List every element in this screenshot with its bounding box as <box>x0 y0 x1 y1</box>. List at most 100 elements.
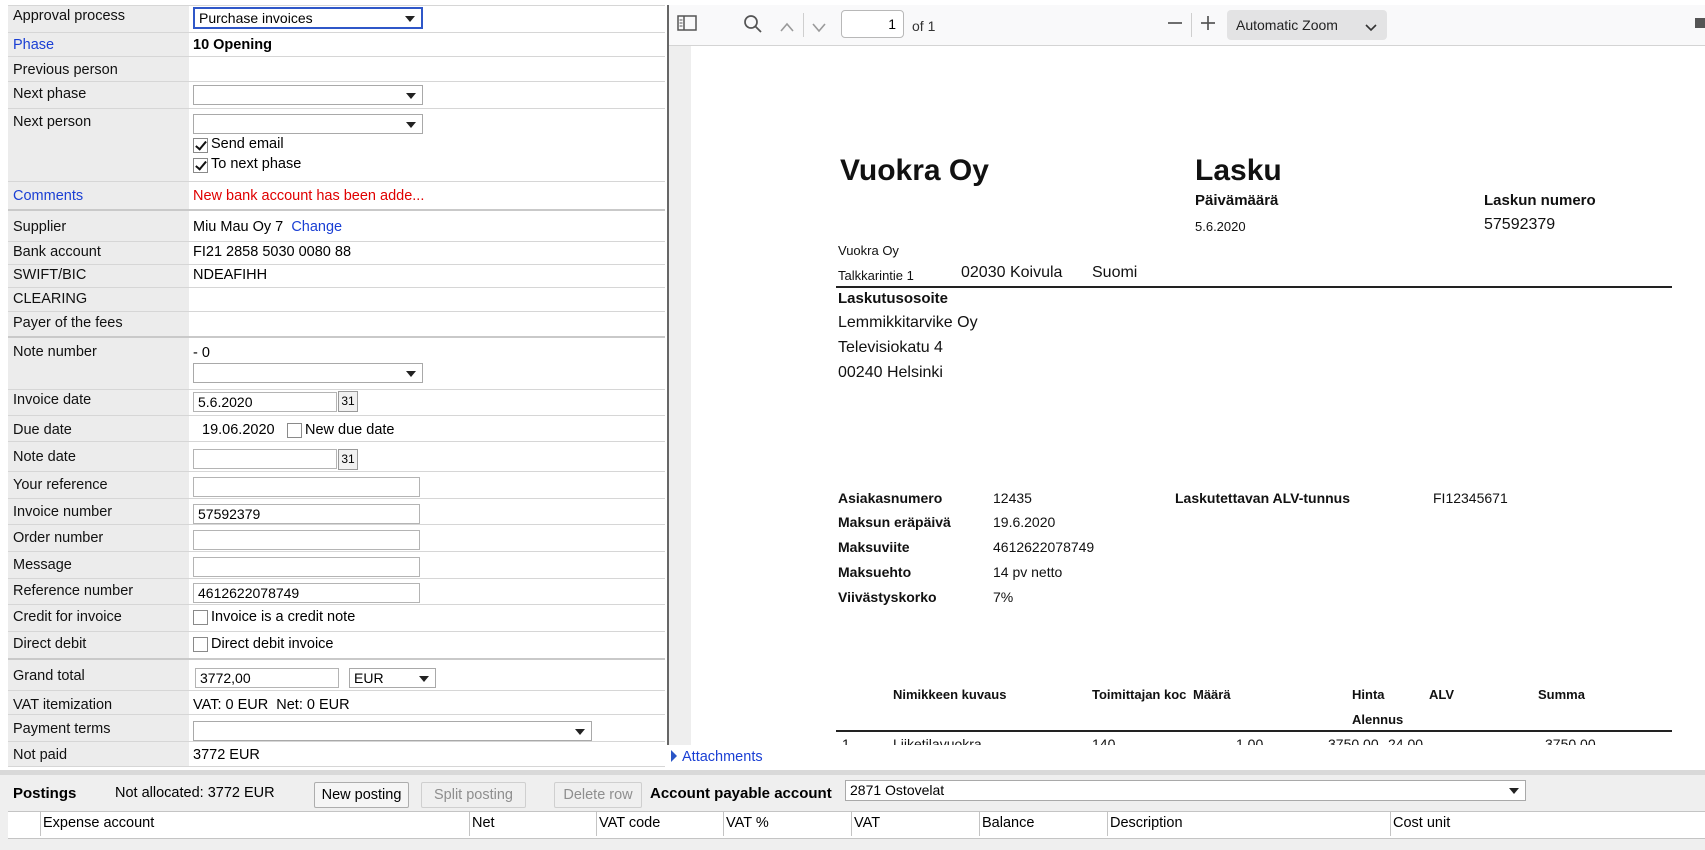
zoom-value: Automatic Zoom <box>1236 17 1338 33</box>
direct-debit-checkbox[interactable] <box>193 637 208 652</box>
chevron-right-icon[interactable] <box>670 749 678 766</box>
account-payable-label: Account payable account <box>650 785 832 802</box>
chevron-down-icon <box>575 729 585 735</box>
column-header[interactable]: Expense account <box>43 815 154 831</box>
comments-value[interactable]: New bank account has been adde... <box>193 188 424 204</box>
pdf-viewer: 1 of 1 Automatic Zoom Vuokra Oy Lasku Pä… <box>667 5 1705 745</box>
chevron-down-icon[interactable] <box>811 17 827 38</box>
new-due-date-label: New due date <box>305 422 395 438</box>
note-date-input[interactable] <box>193 449 337 469</box>
split-posting-button[interactable]: Split posting <box>421 782 526 808</box>
vat-id-value: FI12345671 <box>1433 490 1508 506</box>
billing-line: Lemmikkitarvike Oy <box>838 314 978 331</box>
detail-value: 14 pv netto <box>993 564 1063 580</box>
comments-link[interactable]: Comments <box>13 188 83 204</box>
reference-number-label: Reference number <box>13 583 134 599</box>
row-vat: 24,00 <box>1388 736 1424 745</box>
order-number-input[interactable] <box>193 530 420 550</box>
approval-process-select[interactable]: Purchase invoices <box>193 7 423 29</box>
detail-key: Maksun eräpäivä <box>838 514 951 530</box>
row-code: 140 <box>1092 736 1116 745</box>
column-header[interactable]: Net <box>472 815 495 831</box>
sender-street: Talkkarintie 1 <box>838 268 914 283</box>
due-date-label: Due date <box>13 422 72 438</box>
chevron-down-icon <box>406 122 416 128</box>
to-next-phase-checkbox[interactable] <box>193 158 208 173</box>
page-number-input[interactable]: 1 <box>841 10 904 38</box>
row-no: 1 <box>842 736 850 745</box>
due-date-value: 19.06.2020 <box>202 422 275 438</box>
payment-terms-select[interactable] <box>193 721 592 741</box>
credit-invoice-label: Credit for invoice <box>13 609 122 625</box>
sidebar-toggle-icon[interactable] <box>677 14 697 37</box>
clearing-label: CLEARING <box>13 291 88 307</box>
note-number-value: - 0 <box>193 345 210 361</box>
next-phase-label: Next phase <box>13 86 87 102</box>
vat-itemization-value: VAT: 0 EUR Net: 0 EUR <box>193 697 350 713</box>
row-desc: Liiketilavuokra <box>893 736 982 745</box>
not-paid-label: Not paid <box>13 747 68 763</box>
billing-line: 00240 Helsinki <box>838 364 943 381</box>
table-header: Määrä <box>1193 687 1231 702</box>
detail-value: 19.6.2020 <box>993 514 1056 530</box>
chevron-down-icon <box>419 676 429 682</box>
send-email-checkbox[interactable] <box>193 138 208 153</box>
column-header[interactable]: Cost unit <box>1393 815 1450 831</box>
invoice-number-input[interactable]: 57592379 <box>193 504 420 524</box>
previous-person-label: Previous person <box>13 62 118 78</box>
search-icon[interactable] <box>743 14 763 39</box>
zoom-select[interactable]: Automatic Zoom <box>1227 10 1387 40</box>
table-header: Nimikkeen kuvaus <box>893 687 1007 702</box>
note-date-label: Note date <box>13 449 76 465</box>
vat-id-label: Laskutettavan ALV-tunnus <box>1175 490 1351 506</box>
sender-country: Suomi <box>1092 264 1138 281</box>
invoice-form: Approval process Purchase invoices Phase… <box>0 0 667 770</box>
invoice-date-heading: Päivämäärä <box>1195 192 1279 209</box>
column-header[interactable]: VAT <box>854 815 880 831</box>
note-number-select[interactable] <box>193 363 423 383</box>
column-header[interactable]: VAT % <box>726 815 769 831</box>
new-due-date-checkbox[interactable] <box>287 423 302 438</box>
table-header: Toimittajan koc <box>1092 687 1187 702</box>
column-header[interactable]: VAT code <box>599 815 660 831</box>
calendar-icon[interactable]: 31 <box>338 449 358 470</box>
column-header[interactable]: Balance <box>982 815 1034 831</box>
your-reference-input[interactable] <box>193 477 420 497</box>
next-phase-select[interactable] <box>193 85 423 105</box>
next-person-select[interactable] <box>193 114 423 134</box>
invoice-doc-title: Lasku <box>1195 154 1282 187</box>
row-qty: 1,00 <box>1236 736 1264 745</box>
zoom-in-icon[interactable] <box>1199 14 1217 37</box>
reference-number-input[interactable]: 4612622078749 <box>193 583 420 603</box>
bank-account-label: Bank account <box>13 244 101 260</box>
invoice-date-input[interactable]: 5.6.2020 <box>193 392 337 412</box>
delete-row-button[interactable]: Delete row <box>554 782 642 808</box>
your-reference-label: Your reference <box>13 477 108 493</box>
chevron-up-icon[interactable] <box>779 17 795 38</box>
column-header[interactable]: Description <box>1110 815 1183 831</box>
invoice-number-heading: Laskun numero <box>1484 192 1596 209</box>
calendar-icon[interactable]: 31 <box>338 391 358 412</box>
phase-link[interactable]: Phase <box>13 37 54 53</box>
change-supplier-link[interactable]: Change <box>291 219 342 235</box>
payer-fees-label: Payer of the fees <box>13 315 123 331</box>
zoom-out-icon[interactable] <box>1166 14 1184 37</box>
sender-city: 02030 Koivula <box>961 264 1063 281</box>
message-input[interactable] <box>193 557 420 577</box>
print-icon[interactable] <box>1693 15 1705 38</box>
table-header: Summa <box>1538 687 1585 702</box>
row-sum: 3750,00 <box>1545 736 1596 745</box>
detail-key: Maksuehto <box>838 564 912 580</box>
new-posting-button[interactable]: New posting <box>314 782 409 808</box>
note-number-label: Note number <box>13 344 97 360</box>
credit-note-checkbox[interactable] <box>193 610 208 625</box>
vat-itemization-label: VAT itemization <box>13 697 113 713</box>
attachments-link[interactable]: Attachments <box>682 749 763 765</box>
billing-line: Televisiokatu 4 <box>838 339 943 356</box>
postings-title: Postings <box>13 785 77 802</box>
account-payable-select[interactable]: 2871 Ostovelat <box>845 780 1526 801</box>
grand-total-input[interactable]: 3772,00 <box>195 668 339 688</box>
chevron-down-icon <box>1509 788 1519 794</box>
currency-select[interactable]: EUR <box>349 668 436 688</box>
detail-value: 4612622078749 <box>993 539 1095 555</box>
